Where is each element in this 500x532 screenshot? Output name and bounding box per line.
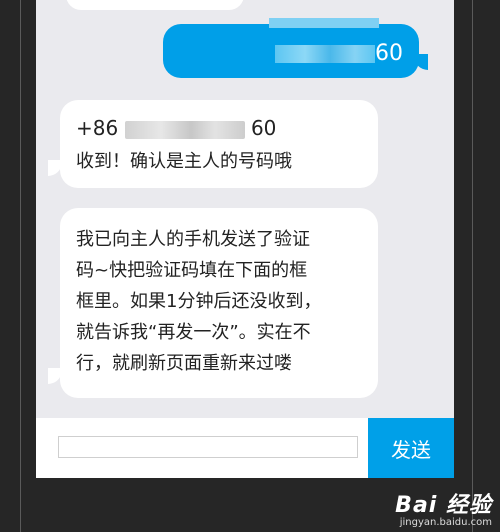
received-message-text: 收到！确认是主人的号码哦 xyxy=(76,151,292,172)
frame-border-left xyxy=(20,0,21,532)
baidu-logo-text: Bai 经验 xyxy=(395,493,492,518)
previous-message-bubble xyxy=(66,0,244,10)
received-message-bubble: 我已向主人的手机发送了验证 码~快把验证码填在下面的框 框里。如果1分钟后还没收… xyxy=(60,208,378,398)
phone-prefix: +86 xyxy=(76,116,119,140)
frame-border-right xyxy=(472,0,473,532)
redacted-number xyxy=(124,120,245,139)
message-line: 框里。如果1分钟后还没收到， xyxy=(76,291,322,312)
chat-window: 60 +86 60 收到！确认是主人的号码哦 我已向主人的手机发送了验证 码~快… xyxy=(36,0,454,478)
message-input[interactable] xyxy=(58,436,358,458)
watermark-url: jingyan.baidu.com xyxy=(399,517,492,528)
sent-message-text: 60 xyxy=(375,41,403,66)
message-line: 码~快把验证码填在下面的框 xyxy=(76,260,308,281)
input-bar: 发送 xyxy=(36,418,454,478)
redacted-top xyxy=(269,18,379,28)
message-line: 行，就刷新页面重新来过喽 xyxy=(76,353,292,374)
baidu-watermark: Bai 经验 jingyan.baidu.com xyxy=(395,487,492,528)
sent-message-bubble: 60 xyxy=(163,18,419,78)
send-button[interactable]: 发送 xyxy=(368,418,454,478)
received-message-bubble: +86 60 收到！确认是主人的号码哦 xyxy=(60,100,378,188)
phone-suffix: 60 xyxy=(250,116,277,140)
message-line: 我已向主人的手机发送了验证 xyxy=(76,229,310,250)
baidu-logo: Bai 经验 xyxy=(395,487,492,519)
redacted-number xyxy=(275,44,375,63)
message-line: 就告诉我“再发一次”。实在不 xyxy=(76,322,311,343)
